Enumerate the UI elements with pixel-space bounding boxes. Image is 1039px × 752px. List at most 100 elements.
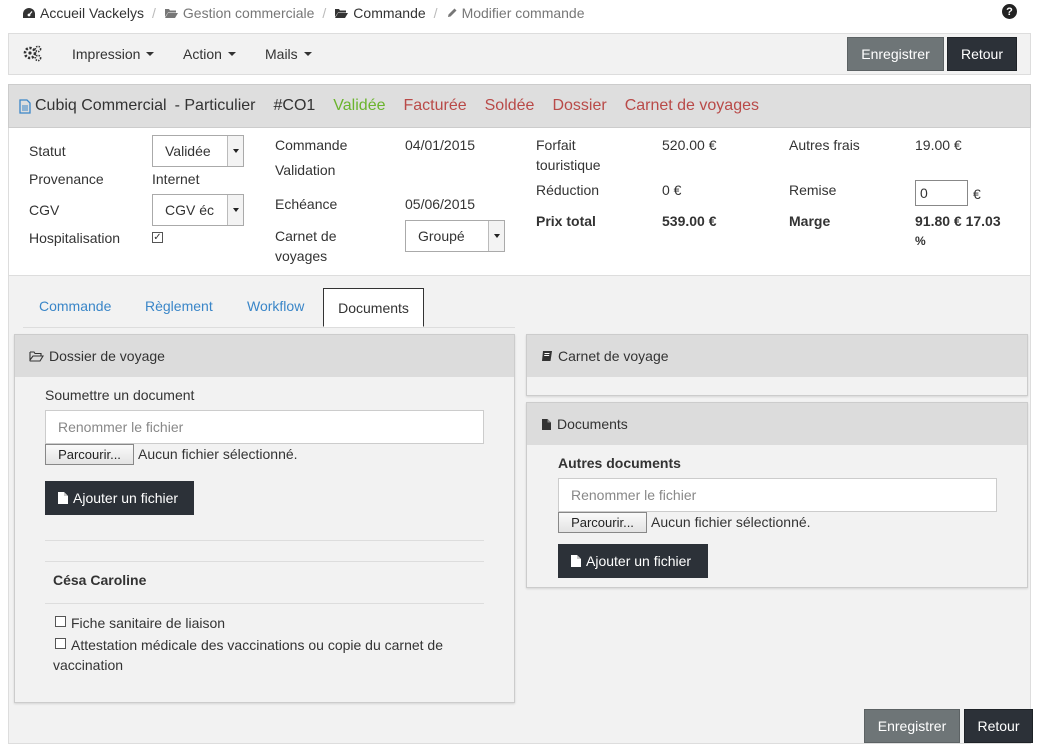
- back-button[interactable]: Retour: [947, 37, 1017, 71]
- breadcrumb-home[interactable]: Accueil Vackelys: [22, 5, 144, 21]
- breadcrumb-home-label: Accueil Vackelys: [40, 5, 145, 21]
- statut-select[interactable]: Validée: [152, 135, 244, 167]
- autres-documents-label: Autres documents: [558, 455, 681, 471]
- breadcrumb-gestion-label: Gestion commerciale: [182, 5, 315, 21]
- tab-commande[interactable]: Commande: [39, 298, 111, 314]
- echeance-date: 05/06/2015: [405, 196, 476, 212]
- select-arrow-icon: [488, 221, 504, 251]
- marge-value-line1: 91.80 € 17.03: [915, 213, 1001, 229]
- divider: [45, 603, 484, 604]
- bottom-back-button[interactable]: Retour: [964, 709, 1033, 743]
- dossier-browse-button[interactable]: Parcourir...: [45, 444, 134, 465]
- remise-input[interactable]: 0: [915, 180, 968, 206]
- book-icon: [542, 351, 552, 361]
- save-button[interactable]: Enregistrer: [847, 37, 944, 71]
- commande-date: 04/01/2015: [405, 137, 476, 153]
- cgv-select[interactable]: CGV éc: [152, 194, 244, 226]
- dossier-no-file-text: Aucun fichier sélectionné.: [138, 446, 298, 462]
- order-details: Statut Validée Provenance Internet CGV C…: [8, 128, 1031, 276]
- dossier-add-file-button[interactable]: Ajouter un fichier: [45, 481, 194, 515]
- carnet-label-1: Carnet de: [275, 228, 337, 244]
- gears-icon[interactable]: [23, 45, 43, 63]
- pencil-icon: [447, 8, 457, 17]
- fiche-sanitaire-checkbox[interactable]: [55, 616, 66, 627]
- attestation-label-line1: Attestation médicale des vaccinations ou…: [71, 637, 444, 653]
- breadcrumb-separator: /: [322, 5, 327, 21]
- documents-panel: Documents Autres documents Renommer le f…: [526, 402, 1028, 588]
- order-title: Cubiq Commercial: [35, 97, 167, 114]
- documents-panel-title: Documents: [557, 416, 628, 432]
- divider: [45, 540, 484, 541]
- documents-panel-header: Documents: [527, 403, 1027, 445]
- commande-label: Commande: [275, 137, 348, 153]
- status-facturee: Facturée: [403, 97, 467, 114]
- carnet-panel-title: Carnet de voyage: [558, 348, 669, 364]
- dashboard-icon: [23, 8, 35, 18]
- tabs-divider: [23, 327, 515, 328]
- documents-rename-input[interactable]: Renommer le fichier: [558, 478, 997, 512]
- forfait-label-2: touristique: [536, 157, 601, 173]
- dossier-rename-input[interactable]: Renommer le fichier: [45, 410, 484, 444]
- statut-label: Statut: [29, 143, 66, 159]
- impression-menu-label: Impression: [72, 46, 141, 62]
- breadcrumb-separator: /: [433, 5, 438, 21]
- breadcrumb-modifier-label: Modifier commande: [461, 5, 585, 21]
- impression-menu[interactable]: Impression: [72, 46, 155, 62]
- validation-label: Validation: [275, 162, 336, 178]
- forfait-value: 520.00 €: [662, 137, 717, 153]
- cgv-label: CGV: [29, 202, 60, 218]
- carnet-panel-header: Carnet de voyage: [527, 335, 1027, 377]
- submit-document-label: Soumettre un document: [45, 387, 195, 403]
- mails-menu-label: Mails: [265, 46, 298, 62]
- bottom-save-button[interactable]: Enregistrer: [864, 709, 960, 743]
- file-icon: [542, 418, 551, 430]
- status-validee: Validée: [333, 97, 386, 114]
- dossier-panel-title: Dossier de voyage: [49, 348, 165, 364]
- dossier-panel: Dossier de voyage Soumettre un document …: [14, 334, 515, 703]
- forfait-label-1: Forfait: [536, 137, 576, 153]
- provenance-label: Provenance: [29, 171, 104, 187]
- order-header: Cubiq Commercial - Particulier #CO1 Vali…: [8, 84, 1031, 128]
- prix-total-value: 539.00 €: [662, 213, 717, 229]
- folder-open-icon: [164, 9, 178, 18]
- autres-frais-label: Autres frais: [789, 137, 860, 153]
- remise-unit: €: [973, 186, 981, 202]
- order-number: #CO1: [273, 97, 316, 114]
- action-menu[interactable]: Action: [183, 46, 236, 62]
- breadcrumb-gestion[interactable]: Gestion commerciale: [164, 5, 315, 21]
- status-carnet: Carnet de voyages: [624, 97, 759, 114]
- cgv-select-value: CGV éc: [165, 202, 215, 218]
- documents-browse-button[interactable]: Parcourir...: [558, 512, 647, 533]
- tab-workflow[interactable]: Workflow: [247, 298, 304, 314]
- caret-down-icon: [227, 52, 236, 56]
- carnet-select[interactable]: Groupé: [405, 220, 505, 252]
- caret-down-icon: [303, 52, 312, 56]
- lower-area: Commande Règlement Workflow Documents Do…: [8, 276, 1033, 744]
- tab-documents[interactable]: Documents: [323, 288, 424, 327]
- divider: [45, 561, 484, 562]
- remise-label: Remise: [789, 182, 837, 198]
- documents-no-file-text: Aucun fichier sélectionné.: [651, 514, 811, 530]
- file-text-icon: [19, 98, 31, 114]
- folder-open-icon: [335, 9, 349, 18]
- attestation-label-line2: vaccination: [53, 657, 124, 673]
- reduction-value: 0 €: [662, 182, 682, 198]
- marge-value-line2: %: [915, 234, 926, 248]
- folder-open-icon: [29, 351, 44, 362]
- breadcrumb-commande[interactable]: Commande: [334, 5, 426, 21]
- help-icon[interactable]: ?: [1002, 4, 1017, 19]
- documents-add-file-button[interactable]: Ajouter un fichier: [558, 544, 708, 578]
- order-client-type: - Particulier: [174, 97, 256, 114]
- statut-select-value: Validée: [165, 143, 211, 159]
- select-arrow-icon: [227, 195, 243, 225]
- tab-reglement[interactable]: Règlement: [145, 298, 213, 314]
- file-icon: [58, 492, 68, 504]
- toolbar: Impression Action Mails Enregistrer Reto…: [8, 33, 1031, 75]
- reduction-label: Réduction: [536, 182, 600, 198]
- hospitalisation-label: Hospitalisation: [29, 230, 121, 246]
- attestation-checkbox[interactable]: [55, 638, 66, 649]
- hospitalisation-checkbox[interactable]: ✓: [152, 232, 163, 243]
- breadcrumb-modifier: Modifier commande: [446, 5, 585, 21]
- mails-menu[interactable]: Mails: [265, 46, 312, 62]
- autres-frais-value: 19.00 €: [915, 137, 962, 153]
